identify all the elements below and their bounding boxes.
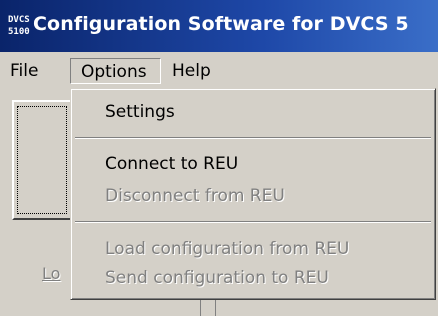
window-title: Configuration Software for DVCS 5 [33,13,409,35]
app-icon-line2: 5100 [8,27,30,37]
load-label-text: Lo [42,264,61,283]
app-icon-line1: DVCS [8,15,30,25]
menu-item-connect[interactable]: Connect to REU [105,154,238,174]
menu-separator [75,137,431,139]
menu-file[interactable]: File [4,58,44,84]
background-button[interactable] [12,100,72,220]
background-divider [200,300,216,316]
menu-item-settings[interactable]: Settings [105,102,175,122]
menu-help[interactable]: Help [166,58,217,84]
focus-rectangle [17,106,67,214]
menu-bar: File Options Help [0,52,438,88]
background-load-label: Lo [42,264,60,283]
menu-separator [75,221,431,223]
title-bar[interactable]: DVCS 5100 Configuration Software for DVC… [0,0,438,52]
menu-item-load-config[interactable]: Load configuration from REU [105,239,349,259]
options-dropdown-menu: Settings Connect to REU Disconnect from … [70,88,436,300]
menu-item-disconnect[interactable]: Disconnect from REU [105,186,285,206]
app-icon: DVCS 5100 [8,14,32,40]
menu-options[interactable]: Options [70,58,161,84]
menu-item-send-config[interactable]: Send configuration to REU [105,268,329,288]
